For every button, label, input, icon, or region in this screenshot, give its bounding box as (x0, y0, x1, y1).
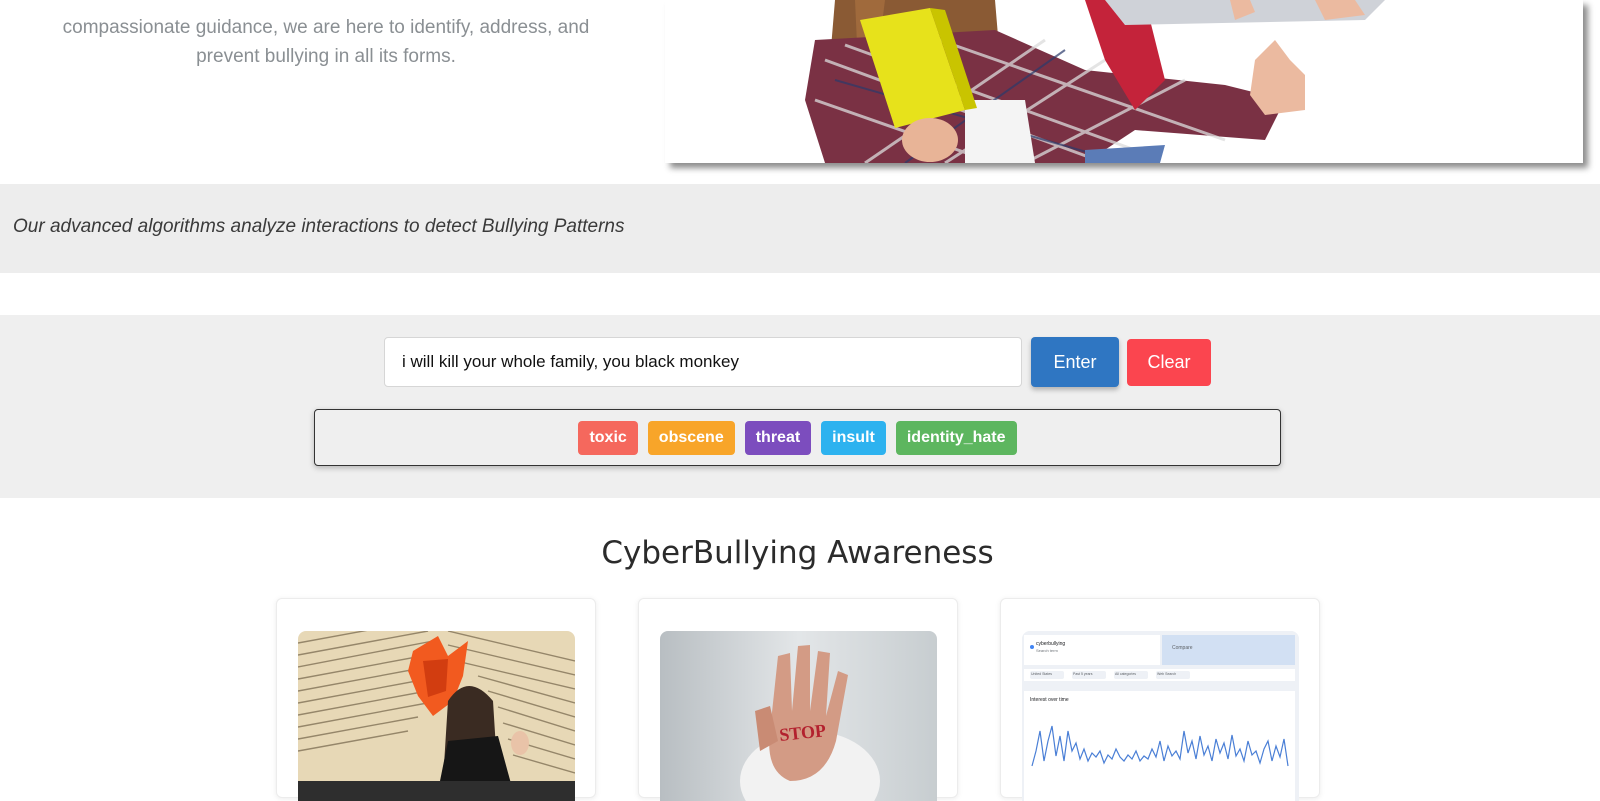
awareness-card-1[interactable] (276, 598, 596, 801)
classifier-section: Enter Clear toxic obscene threat insult … (0, 315, 1600, 498)
label-threat-badge: threat (744, 420, 812, 455)
card-3-filter-4: Web Search (1157, 672, 1177, 676)
card-3-filter-2: Past 5 years (1073, 672, 1093, 676)
comment-input[interactable] (384, 337, 1022, 387)
card-3-filter-1: United States (1031, 672, 1053, 676)
hero-text-line-2: prevent bullying in all its forms. (196, 46, 456, 67)
label-obscene-badge: obscene (647, 420, 735, 455)
hero-students-image (665, 0, 1583, 163)
card-3-chart-title: Interest over time (1030, 697, 1069, 703)
label-toxic-badge: toxic (578, 420, 638, 455)
enter-button[interactable]: Enter (1031, 337, 1119, 387)
hero-text-clipped (40, 0, 612, 13)
label-identity-hate-badge: identity_hate (895, 420, 1017, 455)
hero-text-line-1: compassionate guidance, we are here to i… (62, 17, 590, 38)
clear-button[interactable]: Clear (1127, 339, 1211, 386)
label-insult-badge: insult (821, 420, 886, 455)
card-3-search-sub: Search term (1036, 648, 1058, 653)
awareness-title: CyberBullying Awareness (601, 535, 994, 571)
card-3-search-term: cyberbullying (1036, 641, 1066, 647)
hero-section: compassionate guidance, we are here to i… (0, 0, 1600, 184)
card-2-image: STOP (660, 631, 937, 801)
prediction-labels: toxic obscene threat insult identity_hat… (314, 409, 1281, 466)
card-3-filter-3: All categories (1115, 672, 1137, 676)
band-tagline: Our advanced algorithms analyze interact… (13, 216, 625, 237)
awareness-card-3[interactable]: cyberbullying Search term Compare United… (1000, 598, 1320, 801)
card-1-image (298, 631, 575, 801)
card-3-image: cyberbullying Search term Compare United… (1022, 631, 1299, 801)
card-3-compare: Compare (1172, 645, 1193, 651)
info-band: Our advanced algorithms analyze interact… (0, 184, 1600, 273)
awareness-card-2[interactable]: STOP (638, 598, 958, 801)
hero-description: compassionate guidance, we are here to i… (40, 0, 612, 71)
